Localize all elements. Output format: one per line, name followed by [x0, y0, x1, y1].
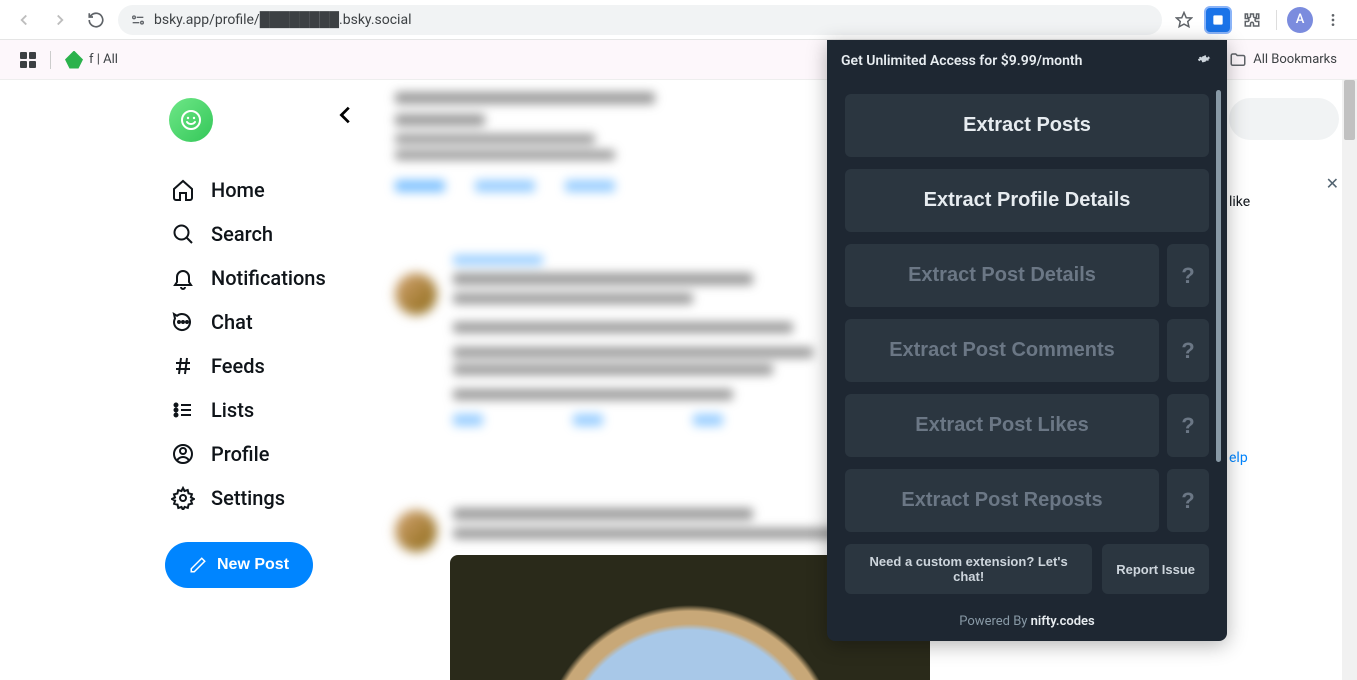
report-issue-button[interactable]: Report Issue: [1102, 544, 1209, 594]
site-settings-icon[interactable]: [130, 12, 146, 28]
apps-shortcut[interactable]: [20, 52, 36, 68]
hash-icon: [171, 354, 195, 378]
reload-button[interactable]: [82, 6, 110, 34]
extract-action-button[interactable]: Extract Profile Details: [845, 169, 1209, 232]
page-content: Home Search Notifications Chat Feeds Lis…: [0, 80, 1357, 680]
nav-label: Notifications: [211, 266, 326, 290]
extension-panel: Get Unlimited Access for $9.99/month Ext…: [827, 40, 1227, 641]
extract-action-button[interactable]: Extract Post Details: [845, 244, 1159, 307]
folder-icon: [1229, 51, 1247, 69]
gear-icon: [171, 486, 195, 510]
bookmark-feedly[interactable]: f | All: [65, 51, 118, 69]
chevron-left-icon: [335, 104, 357, 126]
help-link-fragment[interactable]: elp: [1229, 450, 1339, 466]
search-icon: [171, 222, 195, 246]
feed-back-button[interactable]: [335, 100, 357, 133]
nav-label: Feeds: [211, 354, 265, 378]
fragment-text: like: [1229, 194, 1339, 210]
extension-scrollbar[interactable]: [1216, 90, 1221, 462]
extensions-puzzle-icon[interactable]: [1238, 6, 1266, 34]
page-scrollbar-track[interactable]: [1342, 80, 1357, 680]
apps-grid-icon: [20, 52, 36, 68]
extension-powered-by: Powered By nifty.codes: [827, 606, 1227, 641]
all-bookmarks-button[interactable]: All Bookmarks: [1229, 51, 1337, 69]
list-icon: [171, 398, 195, 422]
back-button[interactable]: [10, 6, 38, 34]
url-text: bsky.app/profile/████████.bsky.social: [154, 11, 411, 28]
extract-action-button[interactable]: Extract Posts: [845, 94, 1209, 157]
bookmark-label: f | All: [89, 52, 118, 67]
nav-label: Chat: [211, 310, 253, 334]
divider: [50, 51, 51, 69]
extension-settings-icon[interactable]: [1195, 50, 1213, 72]
nav-label: Settings: [211, 486, 285, 510]
browser-toolbar: bsky.app/profile/████████.bsky.social A: [0, 0, 1357, 40]
all-bookmarks-label: All Bookmarks: [1253, 52, 1337, 67]
forward-button[interactable]: [46, 6, 74, 34]
chat-icon: [171, 310, 195, 334]
new-post-label: New Post: [217, 556, 289, 574]
address-bar[interactable]: bsky.app/profile/████████.bsky.social: [118, 5, 1162, 35]
nav-label: Home: [211, 178, 265, 202]
help-icon[interactable]: ?: [1167, 319, 1209, 382]
custom-extension-button[interactable]: Need a custom extension? Let's chat!: [845, 544, 1092, 594]
extension-header-text: Get Unlimited Access for $9.99/month: [841, 53, 1082, 69]
extract-action-button[interactable]: Extract Post Likes: [845, 394, 1159, 457]
powered-by-link[interactable]: nifty.codes: [1031, 614, 1095, 629]
close-icon[interactable]: ✕: [1326, 174, 1339, 193]
help-icon[interactable]: ?: [1167, 469, 1209, 532]
search-field-stub[interactable]: [1229, 98, 1339, 140]
profile-icon: [171, 442, 195, 466]
help-icon[interactable]: ?: [1167, 394, 1209, 457]
profile-avatar[interactable]: A: [1287, 7, 1313, 33]
bsky-logo[interactable]: [169, 98, 213, 142]
extension-active-icon[interactable]: [1204, 6, 1232, 34]
extract-action-button[interactable]: Extract Post Comments: [845, 319, 1159, 382]
help-icon[interactable]: ?: [1167, 244, 1209, 307]
extract-action-button[interactable]: Extract Post Reposts: [845, 469, 1159, 532]
compose-icon: [189, 556, 207, 574]
page-scrollbar-thumb[interactable]: [1344, 80, 1355, 140]
home-icon: [171, 178, 195, 202]
bookmark-star-icon[interactable]: [1170, 6, 1198, 34]
divider: [1276, 10, 1277, 30]
feedly-icon: [65, 51, 83, 69]
chrome-menu-icon[interactable]: [1319, 6, 1347, 34]
bell-icon: [171, 266, 195, 290]
right-sidebar-fragment: ✕ like elp: [1229, 80, 1339, 466]
extension-body: Extract Posts Extract Profile Details Extr…: [827, 82, 1227, 532]
nav-label: Profile: [211, 442, 269, 466]
nav-label: Search: [211, 222, 273, 246]
nav-label: Lists: [211, 398, 254, 422]
new-post-button[interactable]: New Post: [165, 542, 313, 588]
